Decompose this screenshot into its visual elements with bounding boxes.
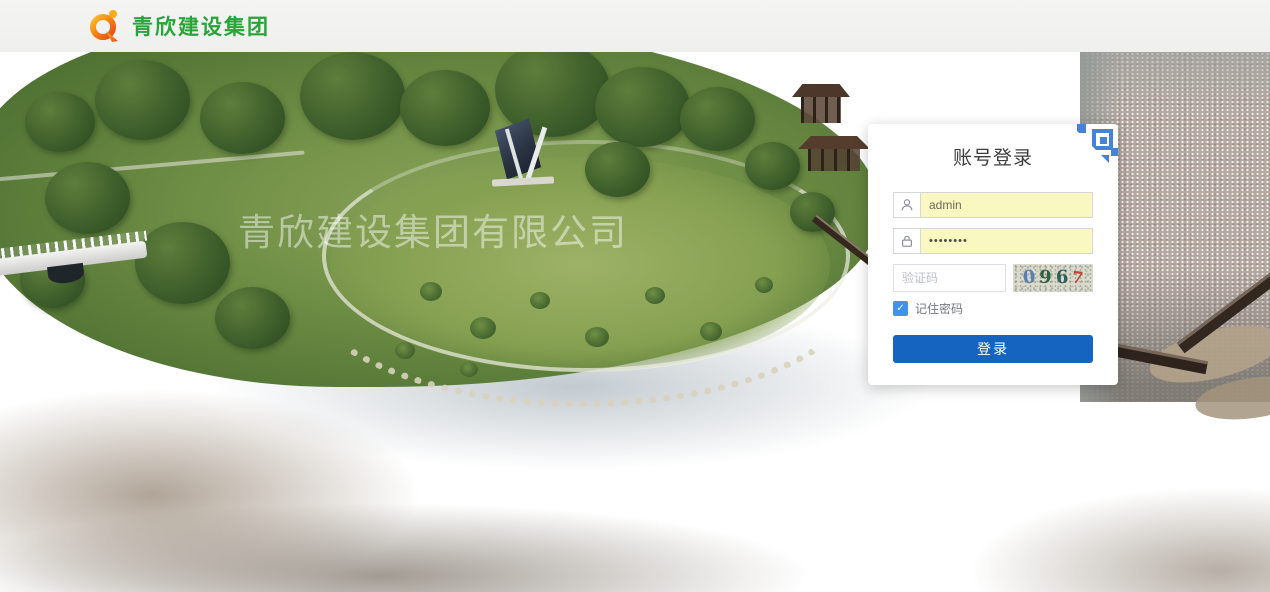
username-field-group: [893, 192, 1093, 218]
shrub: [470, 317, 496, 339]
tree: [215, 287, 290, 349]
shrub: [645, 287, 665, 304]
lock-icon: [894, 229, 921, 253]
company-brand-name: 青欣建设集团: [132, 11, 270, 41]
tree: [680, 87, 755, 151]
shrub: [460, 362, 478, 377]
username-input[interactable]: [921, 193, 1092, 217]
captcha-input[interactable]: [893, 264, 1006, 292]
shrub: [585, 327, 609, 347]
shrub: [700, 322, 722, 341]
shrub: [420, 282, 442, 301]
captcha-row: 0 9 6 7: [893, 264, 1093, 292]
tree: [135, 222, 230, 304]
tree: [25, 92, 95, 152]
remember-password-label: 记住密码: [915, 300, 963, 317]
captcha-digit: 0: [1022, 268, 1036, 287]
shrub: [395, 342, 415, 359]
login-page: 青欣建设集团: [0, 0, 1270, 592]
password-field-group: [893, 228, 1093, 254]
login-button[interactable]: 登录: [893, 335, 1093, 363]
shrub: [755, 277, 773, 293]
captcha-digit: 6: [1055, 269, 1068, 288]
captcha-digit: 7: [1071, 269, 1084, 286]
tree: [595, 67, 690, 147]
captcha-image[interactable]: 0 9 6 7: [1013, 264, 1093, 292]
pavilion-body: [801, 97, 841, 123]
user-icon: [894, 193, 921, 217]
pavilion-body: [808, 149, 860, 171]
tree: [95, 60, 190, 140]
company-logo-icon: [88, 9, 122, 43]
tree: [745, 142, 800, 190]
tree: [300, 52, 405, 140]
login-card: 账号登录 0 9 6 7: [868, 124, 1118, 385]
password-input[interactable]: [921, 229, 1092, 253]
tree: [585, 142, 650, 197]
company-watermark-text: 青欣建设集团有限公司: [238, 202, 628, 256]
remember-password-checkbox[interactable]: 记住密码: [893, 300, 963, 317]
tree: [200, 82, 285, 154]
tree: [400, 70, 490, 146]
login-title: 账号登录: [893, 143, 1093, 170]
shrub: [530, 292, 550, 309]
checkmark-icon[interactable]: [893, 301, 908, 316]
tree: [45, 162, 130, 234]
top-header-bar: 青欣建设集团: [0, 0, 1270, 52]
captcha-digit: 9: [1039, 269, 1053, 288]
